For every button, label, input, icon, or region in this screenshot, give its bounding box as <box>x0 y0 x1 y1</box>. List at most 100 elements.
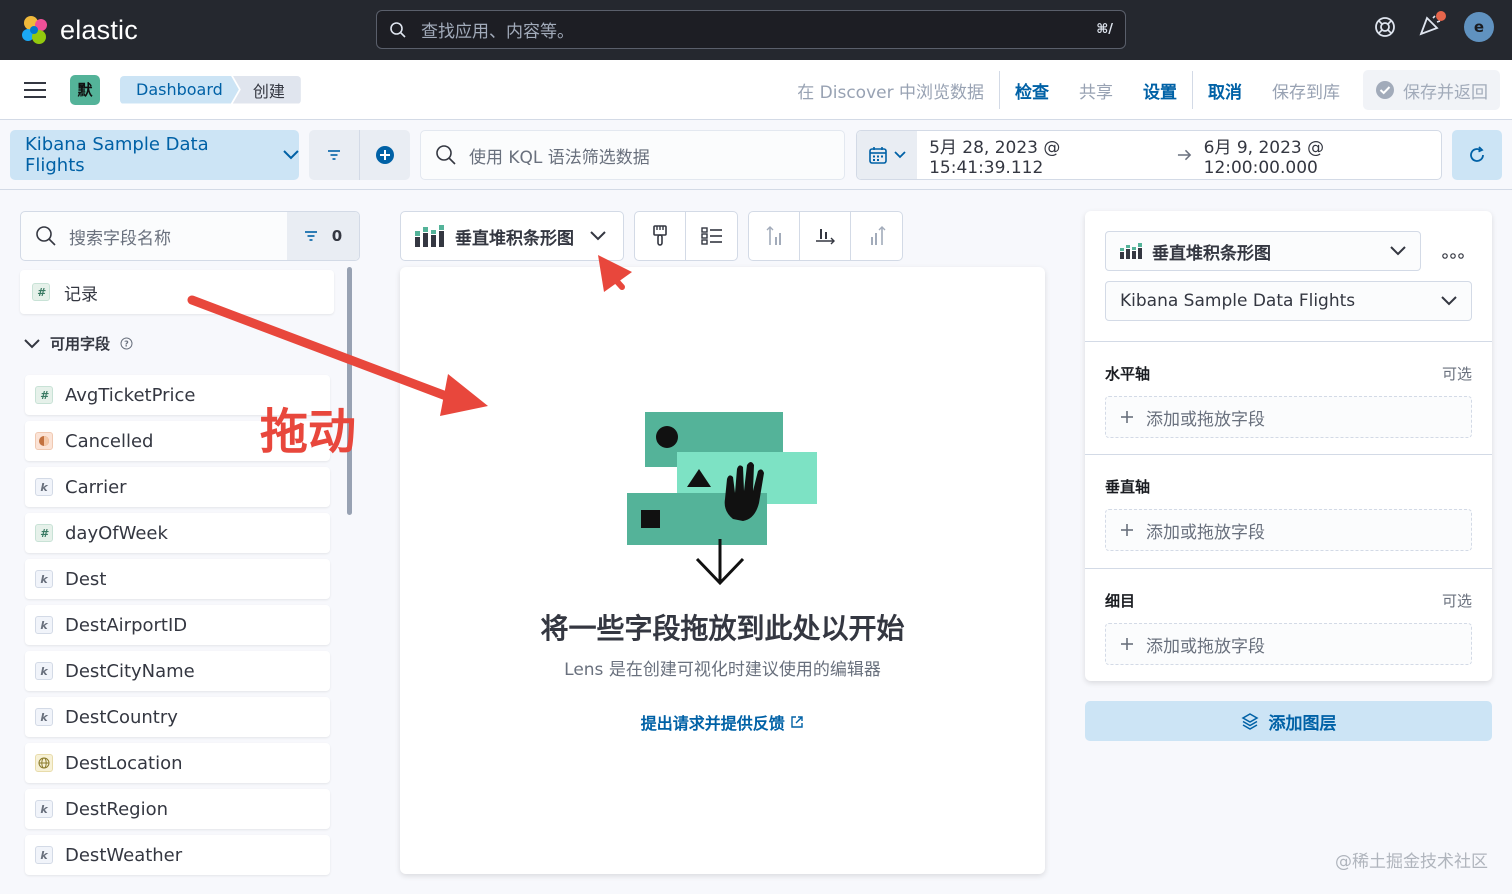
date-range-picker: 5月 28, 2023 @ 15:41:39.112 6月 9, 2023 @ … <box>856 130 1442 180</box>
external-link-icon <box>791 716 803 728</box>
x-axis-label: 水平轴 <box>1105 365 1151 383</box>
workspace-toolbar: 垂直堆积条形图 <box>400 211 903 261</box>
drop-illustration <box>627 412 817 586</box>
chevron-down-icon <box>1441 296 1457 306</box>
arrow-right-icon <box>1177 149 1191 161</box>
filter-menu-button[interactable] <box>309 130 360 180</box>
x-axis-dropzone[interactable]: 添加或拖放字段 <box>1105 396 1472 438</box>
chart-type-switcher[interactable]: 垂直堆积条形图 <box>400 211 624 261</box>
left-axis-button[interactable] <box>749 212 800 260</box>
breadcrumb-dashboard[interactable]: Dashboard <box>120 76 239 104</box>
divider <box>1085 568 1492 569</box>
query-bar: Kibana Sample Data Flights 使用 KQL 语法筛选数据… <box>0 120 1512 190</box>
legend-button[interactable] <box>686 212 737 260</box>
layers-icon <box>1240 713 1259 730</box>
elastic-logo[interactable]: elastic <box>18 13 138 47</box>
search-placeholder: 查找应用、内容等。 <box>421 22 574 42</box>
layer-actions-icon[interactable] <box>1442 241 1464 265</box>
list-item[interactable]: k DestCountry <box>25 697 330 737</box>
right-axis-button[interactable] <box>851 212 902 260</box>
y-axis-dropzone[interactable]: 添加或拖放字段 <box>1105 509 1472 551</box>
filter-icon <box>328 150 340 160</box>
save-and-return-button[interactable]: 保存并返回 <box>1363 70 1500 110</box>
quick-date-menu[interactable] <box>857 131 918 179</box>
app-navbar: 默 Dashboard 创建 在 Discover 中浏览数据 检查 共享 设置… <box>0 60 1512 120</box>
more-horizontal-icon <box>1442 253 1464 259</box>
layer-chart-type-select[interactable]: 垂直堆积条形图 <box>1105 231 1421 271</box>
cancel-button[interactable]: 取消 <box>1193 78 1257 103</box>
settings-button[interactable]: 设置 <box>1128 78 1192 103</box>
available-fields-toggle[interactable]: 可用字段 ? <box>24 333 133 354</box>
lens-workspace-dropzone[interactable]: 将一些字段拖放到此处以开始 Lens 是在创建可视化时建议使用的编辑器 提出请求… <box>400 267 1045 874</box>
date-start[interactable]: 5月 28, 2023 @ 15:41:39.112 <box>917 133 1177 178</box>
data-view-label: Kibana Sample Data Flights <box>25 134 209 176</box>
chart-type-label: 垂直堆积条形图 <box>455 228 574 249</box>
field-search-input[interactable]: 搜索字段名称 0 <box>20 211 360 261</box>
field-name: Dest <box>65 568 107 590</box>
search-icon <box>390 21 406 38</box>
field-name: dayOfWeek <box>65 522 168 544</box>
list-item[interactable]: k DestWeather <box>25 835 330 875</box>
layer-chart-type-label: 垂直堆积条形图 <box>1152 243 1271 264</box>
records-field[interactable]: # 记录 <box>20 270 334 314</box>
field-name: Cancelled <box>65 430 154 452</box>
number-type-icon: # <box>35 386 53 404</box>
keyword-type-icon: k <box>35 616 53 634</box>
kql-placeholder: 使用 KQL 语法筛选数据 <box>469 147 650 168</box>
bottom-axis-button[interactable] <box>800 212 851 260</box>
axis-bottom-icon <box>816 229 835 245</box>
save-to-library-button[interactable]: 保存到库 <box>1257 78 1355 103</box>
layer-data-view-select[interactable]: Kibana Sample Data Flights <box>1105 281 1472 321</box>
list-item[interactable]: k Dest <box>25 559 330 599</box>
list-item[interactable]: # dayOfWeek <box>25 513 330 553</box>
layer-data-view-label: Kibana Sample Data Flights <box>1120 291 1356 311</box>
inspect-button[interactable]: 检查 <box>1000 78 1064 103</box>
plus-circle-icon <box>376 146 394 164</box>
discover-link[interactable]: 在 Discover 中浏览数据 <box>782 78 999 103</box>
number-type-icon: # <box>35 524 53 542</box>
save-and-return-label: 保存并返回 <box>1403 82 1488 103</box>
help-icon[interactable] <box>1374 16 1396 38</box>
plus-icon <box>1121 411 1133 423</box>
global-search-input[interactable]: 查找应用、内容等。 ⌘/ <box>376 10 1126 49</box>
share-button[interactable]: 共享 <box>1064 78 1128 103</box>
question-icon[interactable]: ? <box>120 337 133 350</box>
add-layer-button[interactable]: 添加图层 <box>1085 701 1492 741</box>
list-item[interactable]: k DestAirportID <box>25 605 330 645</box>
list-item[interactable]: k Carrier <box>25 467 330 507</box>
breakdown-dropzone[interactable]: 添加或拖放字段 <box>1105 623 1472 665</box>
list-item[interactable]: DestLocation <box>25 743 330 783</box>
list-item[interactable]: k DestCityName <box>25 651 330 691</box>
space-avatar[interactable]: 默 <box>70 74 100 105</box>
appearance-group <box>634 211 738 261</box>
geo-type-icon <box>35 754 53 772</box>
keyword-type-icon: k <box>35 662 53 680</box>
filter-icon <box>304 231 317 241</box>
refresh-icon <box>1470 146 1484 162</box>
list-item[interactable]: k DestRegion <box>25 789 330 829</box>
add-filter-button[interactable] <box>360 130 410 180</box>
style-button[interactable] <box>635 212 686 260</box>
menu-toggle-icon[interactable] <box>24 81 46 98</box>
bar-stacked-icon <box>415 225 444 247</box>
check-circle-icon <box>1376 81 1394 99</box>
chevron-down-icon <box>894 151 906 159</box>
date-end[interactable]: 6月 9, 2023 @ 12:00:00.000 <box>1192 133 1441 178</box>
bar-stacked-icon <box>1120 243 1142 259</box>
dimension-y-axis: 垂直轴 添加或拖放字段 <box>1105 476 1472 551</box>
data-view-picker[interactable]: Kibana Sample Data Flights <box>10 130 299 180</box>
kql-query-input[interactable]: 使用 KQL 语法筛选数据 <box>420 130 845 180</box>
empty-state-subtitle: Lens 是在创建可视化时建议使用的编辑器 <box>564 660 881 680</box>
feedback-link[interactable]: 提出请求并提供反馈 <box>400 710 1045 734</box>
y-axis-add-label: 添加或拖放字段 <box>1146 522 1265 543</box>
field-type-filter[interactable]: 0 <box>287 212 359 260</box>
filter-buttons <box>309 130 410 180</box>
chevron-down-icon <box>283 150 299 160</box>
keyword-type-icon: k <box>35 478 53 496</box>
svg-text:?: ? <box>124 340 129 349</box>
refresh-button[interactable] <box>1452 130 1502 180</box>
user-avatar[interactable]: e <box>1464 12 1494 42</box>
news-button[interactable] <box>1418 11 1446 40</box>
field-list-scrollbar[interactable] <box>347 267 352 515</box>
field-name: DestCountry <box>65 706 178 728</box>
